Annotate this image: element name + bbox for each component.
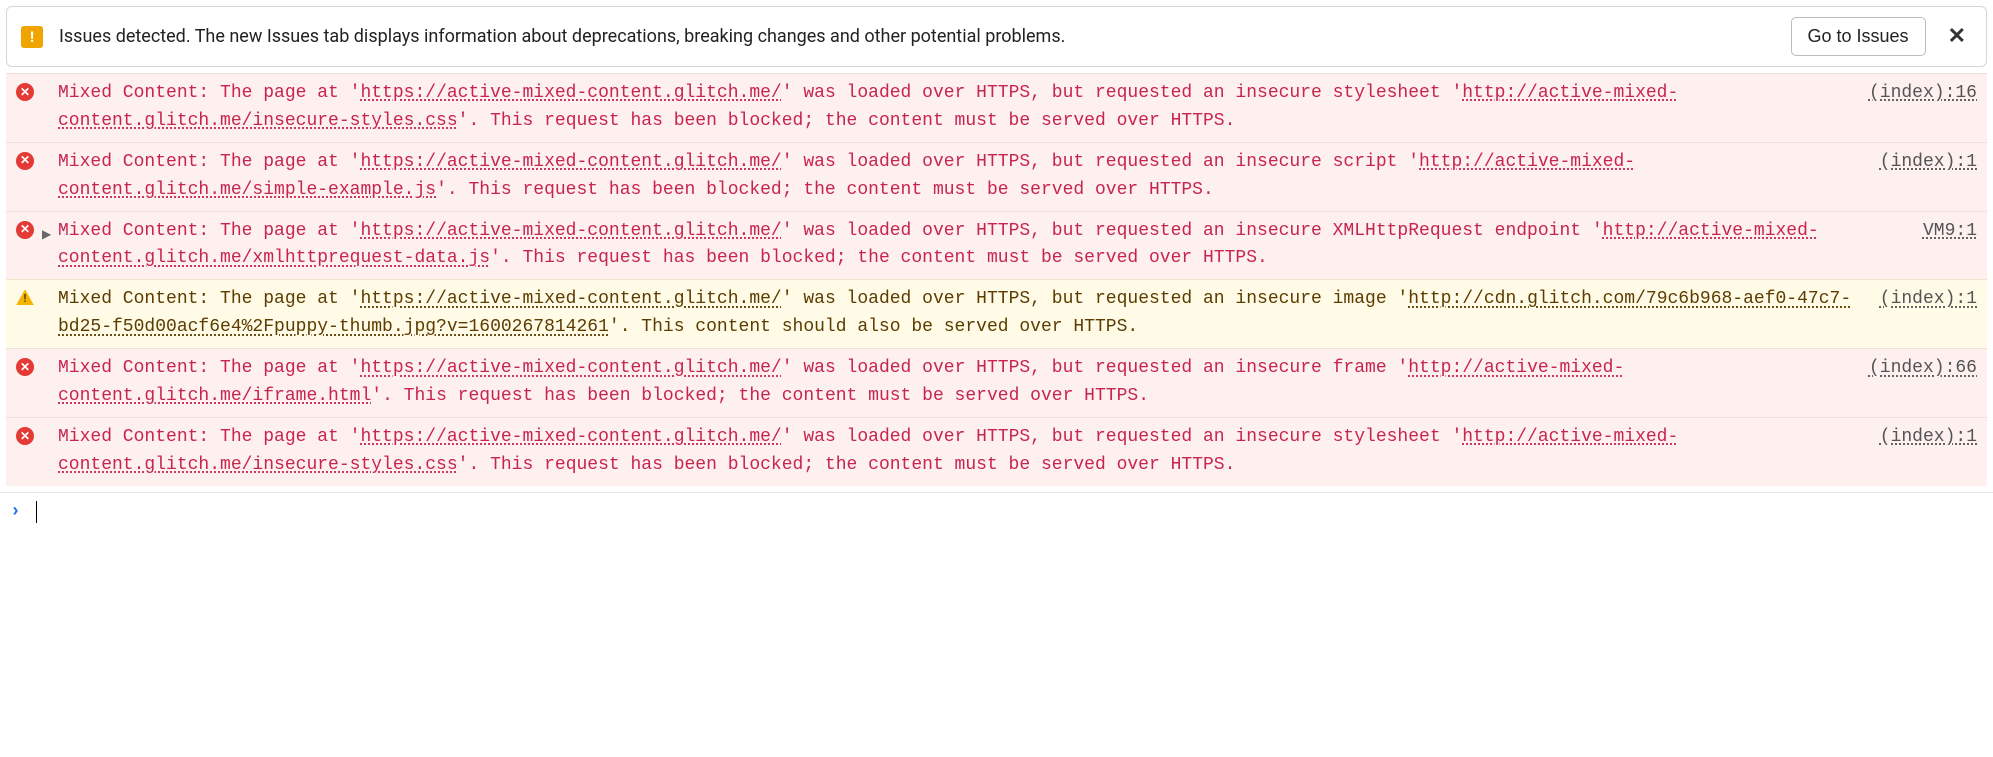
console-input[interactable]: [37, 501, 1983, 522]
expand-toggle: [42, 80, 58, 87]
expand-toggle: [42, 355, 58, 362]
expand-toggle: [42, 424, 58, 431]
console-row: ✕ Mixed Content: The page at 'https://act…: [6, 348, 1987, 417]
go-to-issues-button[interactable]: Go to Issues: [1791, 17, 1926, 56]
issues-alert-icon: !: [21, 26, 43, 48]
prompt-chevron-icon: ›: [10, 502, 36, 522]
error-icon: ✕: [16, 424, 42, 445]
issues-close-button[interactable]: ✕: [1942, 24, 1972, 49]
source-link[interactable]: (index):1: [1880, 424, 1977, 452]
url-link[interactable]: http://active-mixed-content.glitch.me/in…: [58, 83, 1678, 131]
console-message: Mixed Content: The page at 'https://acti…: [58, 424, 1880, 480]
console-log-list: ✕ Mixed Content: The page at 'https://act…: [6, 73, 1987, 486]
source-link[interactable]: (index):1: [1880, 149, 1977, 177]
console-message: Mixed Content: The page at 'https://acti…: [58, 355, 1869, 411]
console-row: ✕ Mixed Content: The page at 'https://act…: [6, 417, 1987, 486]
source-link[interactable]: (index):66: [1869, 355, 1977, 383]
console-message: Mixed Content: The page at 'https://acti…: [58, 286, 1880, 342]
issues-banner: ! Issues detected. The new Issues tab di…: [6, 6, 1987, 67]
url-link[interactable]: http://active-mixed-content.glitch.me/xm…: [58, 221, 1819, 269]
console-row: ✕▶Mixed Content: The page at 'https://ac…: [6, 211, 1987, 280]
source-link[interactable]: VM9:1: [1923, 218, 1977, 246]
url-link[interactable]: http://active-mixed-content.glitch.me/si…: [58, 152, 1635, 200]
console-message: Mixed Content: The page at 'https://acti…: [58, 218, 1923, 274]
expand-toggle[interactable]: ▶: [42, 218, 58, 244]
url-link[interactable]: https://active-mixed-content.glitch.me/: [360, 289, 781, 309]
url-link[interactable]: https://active-mixed-content.glitch.me/: [360, 358, 781, 378]
expand-toggle: [42, 149, 58, 156]
warning-icon: !: [16, 286, 42, 305]
expand-toggle: [42, 286, 58, 293]
console-row: ✕ Mixed Content: The page at 'https://act…: [6, 73, 1987, 142]
error-icon: ✕: [16, 80, 42, 101]
url-link[interactable]: http://cdn.glitch.com/79c6b968-aef0-47c7…: [58, 289, 1851, 337]
url-link[interactable]: https://active-mixed-content.glitch.me/: [360, 221, 781, 241]
url-link[interactable]: https://active-mixed-content.glitch.me/: [360, 427, 781, 447]
console-row: ! Mixed Content: The page at 'https://act…: [6, 279, 1987, 348]
issues-banner-text: Issues detected. The new Issues tab disp…: [59, 26, 1775, 47]
url-link[interactable]: http://active-mixed-content.glitch.me/in…: [58, 427, 1678, 475]
url-link[interactable]: https://active-mixed-content.glitch.me/: [360, 152, 781, 172]
error-icon: ✕: [16, 218, 42, 239]
url-link[interactable]: http://active-mixed-content.glitch.me/if…: [58, 358, 1624, 406]
error-icon: ✕: [16, 149, 42, 170]
console-row: ✕ Mixed Content: The page at 'https://act…: [6, 142, 1987, 211]
source-link[interactable]: (index):16: [1869, 80, 1977, 108]
console-message: Mixed Content: The page at 'https://acti…: [58, 80, 1869, 136]
url-link[interactable]: https://active-mixed-content.glitch.me/: [360, 83, 781, 103]
console-message: Mixed Content: The page at 'https://acti…: [58, 149, 1880, 205]
console-prompt-row: ›: [0, 492, 1993, 531]
source-link[interactable]: (index):1: [1880, 286, 1977, 314]
error-icon: ✕: [16, 355, 42, 376]
